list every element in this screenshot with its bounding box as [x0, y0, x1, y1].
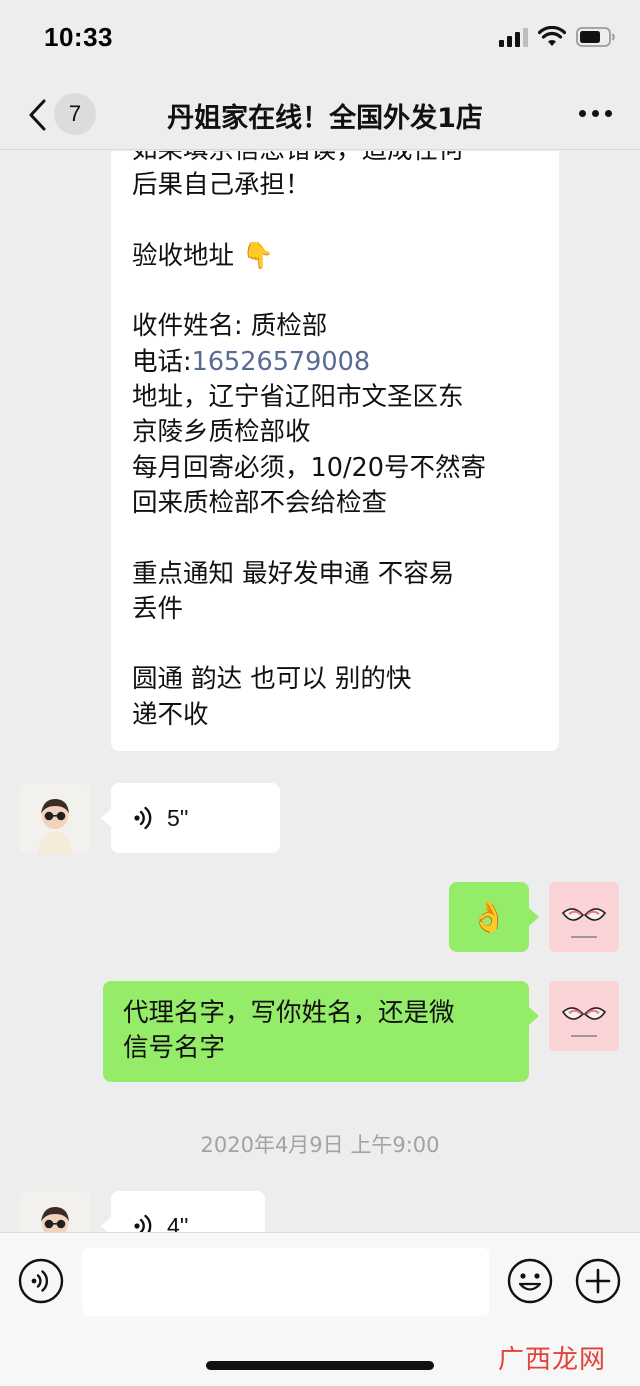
- chevron-left-icon[interactable]: [26, 98, 48, 132]
- message-line: 如果填京信息错误，造成任何: [132, 151, 539, 168]
- message-line: [132, 521, 539, 556]
- message-line: [132, 627, 539, 662]
- avatar-self[interactable]: [549, 882, 619, 952]
- message-line: 圆通 韵达 也可以 别的快: [132, 664, 412, 695]
- child-avatar-image: [20, 1191, 90, 1232]
- phone-number-link[interactable]: 16526579008: [192, 347, 370, 377]
- voice-toggle-icon[interactable]: [17, 1257, 65, 1305]
- battery-icon: [576, 27, 615, 47]
- wifi-icon: [538, 26, 566, 46]
- message-line: 每月回寄必须，10/20号不然寄: [132, 452, 486, 483]
- status-bar: 10:33: [0, 0, 640, 78]
- avatar-contact[interactable]: [20, 783, 90, 853]
- message-input[interactable]: [82, 1248, 489, 1316]
- emoji-icon[interactable]: [506, 1257, 554, 1305]
- message-line: 收件姓名: 质检部: [132, 311, 328, 342]
- status-icons: [498, 26, 616, 48]
- message-line: 递不收: [132, 699, 209, 730]
- home-indicator[interactable]: [206, 1361, 434, 1370]
- message-line: 后果自己承担！: [132, 170, 311, 201]
- message-line: [132, 204, 539, 239]
- chat-title: 丹姐家在线！全国外发1店: [167, 103, 483, 134]
- watermark-text: 广西龙网: [497, 1345, 606, 1375]
- voice-duration: 4'': [167, 1212, 189, 1233]
- chat-message-list[interactable]: 如果填京信息错误，造成任何 后果自己承担！ 验收地址 👇 收件姓名: 质检部 电…: [0, 151, 640, 1232]
- phone-line: 电话:16526579008: [132, 345, 539, 380]
- ok-hand-emoji: 👌: [470, 899, 508, 935]
- message-line: 京陵乡质检部收: [132, 417, 311, 448]
- message-bubble-outgoing-text[interactable]: 代理名字，写你姓名，还是微 信号名字: [103, 981, 539, 1082]
- phone-label: 电话:: [132, 346, 192, 377]
- message-line: 地址，辽宁省辽阳市文圣区东: [132, 382, 464, 413]
- voice-wave-icon: [134, 1214, 152, 1232]
- avatar-contact[interactable]: [20, 1191, 90, 1232]
- message-line: 信号名字: [123, 1033, 226, 1063]
- voice-message-bubble[interactable]: 4'': [101, 1191, 265, 1233]
- plus-icon[interactable]: [574, 1257, 622, 1305]
- child-avatar-image: [20, 783, 90, 853]
- message-input-bar: 广西龙网: [0, 1232, 640, 1386]
- more-dots-icon[interactable]: [579, 110, 612, 117]
- avatar-self[interactable]: [549, 981, 619, 1051]
- status-time: 10:33: [44, 22, 113, 52]
- lips-avatar-image: [549, 981, 619, 1051]
- chat-header: 7 丹姐家在线！全国外发1店: [0, 78, 640, 150]
- message-bubble-outgoing-emoji[interactable]: 👌: [449, 882, 539, 952]
- message-line: 代理名字，写你姓名，还是微: [123, 998, 455, 1028]
- signal-icon: [499, 28, 528, 47]
- message-line: 验收地址 👇: [132, 240, 274, 271]
- voice-wave-icon: [134, 806, 152, 830]
- unread-count-badge[interactable]: 7: [54, 93, 96, 135]
- message-bubble-incoming-text[interactable]: 如果填京信息错误，造成任何 后果自己承担！ 验收地址 👇 收件姓名: 质检部 电…: [111, 151, 559, 752]
- voice-duration: 5'': [167, 804, 189, 831]
- lips-avatar-image: [549, 882, 619, 952]
- message-line: 回来质检部不会给检查: [132, 487, 388, 518]
- message-line: [132, 274, 539, 309]
- voice-message-bubble[interactable]: 5'': [101, 783, 280, 853]
- message-timestamp: 2020年4月9日 上午9:00: [200, 1133, 440, 1157]
- message-line: 丢件: [132, 593, 184, 624]
- message-line: 重点通知 最好发申通 不容易: [132, 558, 455, 589]
